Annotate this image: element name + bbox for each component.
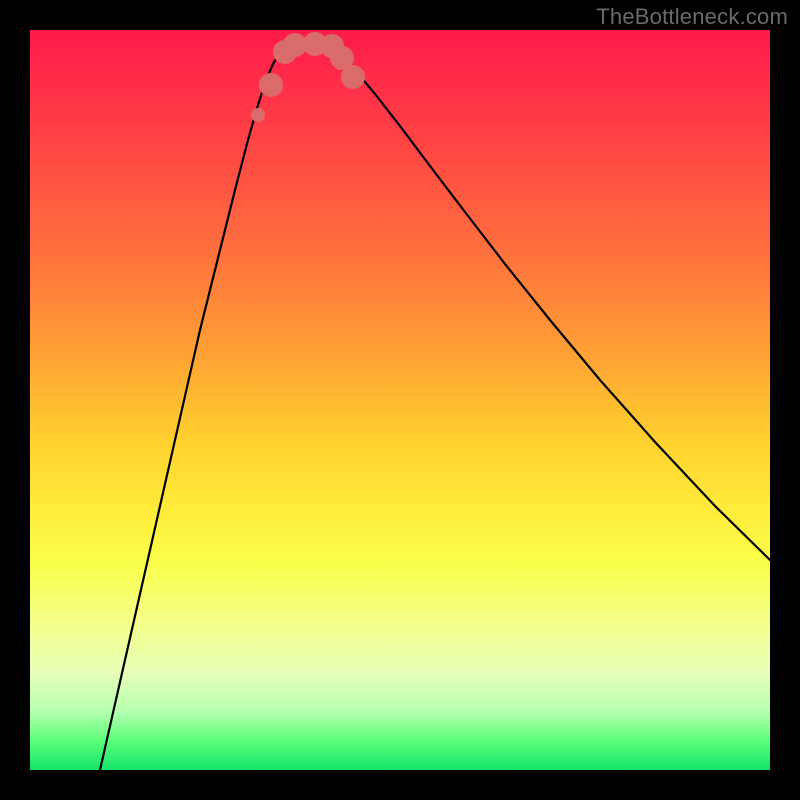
series-right-curve bbox=[330, 44, 770, 560]
marker-group bbox=[251, 32, 365, 122]
series-left-curve bbox=[100, 44, 288, 770]
marker-dot bbox=[251, 108, 265, 122]
watermark-text: TheBottleneck.com bbox=[596, 4, 788, 30]
series-group bbox=[100, 42, 770, 770]
marker-left-pill-top bbox=[259, 73, 283, 97]
chart-frame: TheBottleneck.com bbox=[0, 0, 800, 800]
plot-area bbox=[30, 30, 770, 770]
marker-right-pill-top bbox=[341, 65, 365, 89]
curve-layer bbox=[30, 30, 770, 770]
